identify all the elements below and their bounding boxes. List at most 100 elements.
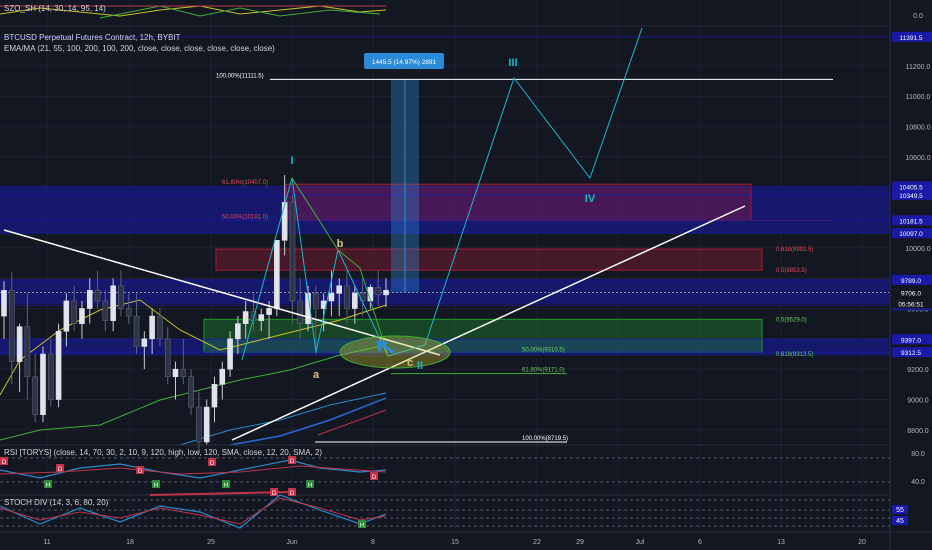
wave-label-I: I: [290, 155, 293, 167]
szo-indicator-title: SZO_SH (14, 30, 14, 95, 14): [4, 4, 106, 13]
green-zone: [203, 318, 763, 353]
fib-label: 61.80%(9171.0): [522, 368, 565, 374]
time-tick: 8: [371, 539, 375, 546]
candle-body: [40, 353, 46, 415]
candle-body: [313, 293, 319, 309]
candle-body: [188, 376, 194, 408]
candle-body: [274, 239, 280, 309]
time-tick: 29: [576, 539, 584, 546]
time-tick: 13: [777, 539, 785, 546]
countdown-label: 05:56:51: [898, 301, 924, 308]
candle-body: [133, 315, 140, 347]
candle-body: [24, 326, 31, 378]
candle-body: [203, 406, 210, 443]
stoch-divergence-label: D: [272, 491, 277, 497]
candle-body: [328, 293, 335, 302]
candle-body: [94, 290, 101, 302]
fib-label: 50.00%(10181.0): [222, 214, 268, 220]
candle-body: [344, 285, 350, 309]
stoch-tick-45: 45: [896, 518, 904, 525]
szo-tick: 0.0: [913, 13, 923, 20]
candle-body: [16, 326, 23, 362]
candle-body: [211, 384, 218, 408]
candle-body: [1, 290, 7, 317]
candle-body: [125, 308, 132, 317]
fib-label: 61.80%(10407.0): [222, 180, 268, 186]
fib-label: 100.00%(8719.5): [522, 436, 568, 442]
rsi-hidden-label: H: [154, 483, 158, 489]
time-tick: 22: [533, 539, 541, 546]
candle-body: [47, 353, 54, 400]
blue-zone-mid: [0, 279, 890, 304]
candle-body: [258, 314, 265, 321]
time-tick: 20: [858, 539, 866, 546]
candle-body: [352, 293, 358, 309]
candle-body: [383, 290, 389, 296]
wave-label-III: III: [508, 57, 517, 69]
stoch-indicator-title: STOCH DIV (14, 3, 6, 80, 20): [4, 498, 109, 507]
red-zone-lower: [215, 248, 763, 271]
rsi-divergence-label: D: [290, 459, 295, 465]
price-tick: 10800.0: [905, 125, 930, 132]
price-tick: 8800.0: [907, 428, 929, 435]
rsi-divergence-label: D: [210, 461, 215, 467]
candle-body: [289, 202, 296, 302]
price-label: 10349.5: [899, 193, 923, 200]
price-tick: 9200.0: [907, 367, 929, 374]
rsi-indicator-title: RSI [TORYS] (close, 14, 70, 30, 2, 10, 9…: [4, 448, 323, 457]
rsi-divergence-label: D: [58, 467, 63, 473]
candle-body: [8, 290, 15, 362]
time-tick: 15: [451, 539, 459, 546]
price-label: 9706.0: [901, 290, 921, 297]
price-chart: 1445.5 (14.97%) 2891 100.00%(11111.5) 61.8…: [0, 0, 932, 550]
candle-body: [266, 308, 272, 315]
candle-body: [336, 285, 343, 294]
price-label: 9789.0: [901, 278, 921, 285]
candle-body: [110, 285, 116, 321]
candle-body: [86, 290, 93, 309]
target-ellipse: [339, 335, 451, 369]
price-label: 9312.5: [901, 350, 921, 357]
rsi-tick-80: 80.0: [911, 451, 925, 458]
candle-body: [71, 300, 77, 324]
candle-body: [219, 368, 226, 385]
wave-label-IV: IV: [585, 193, 596, 205]
candle-body: [242, 311, 249, 324]
candle-body: [375, 286, 382, 296]
candle-body: [172, 368, 179, 378]
wave-label-b: b: [337, 238, 344, 250]
candle-body: [63, 300, 70, 332]
fib-label: 0.618(9992.5): [776, 247, 813, 253]
stoch-divergence-label: D: [290, 491, 295, 497]
rsi-divergence-label: D: [372, 475, 377, 481]
time-tick: 11: [43, 539, 50, 546]
measure-label: 1445.5 (14.97%) 2891: [372, 59, 437, 66]
candle-body: [196, 406, 202, 443]
fib-label: 0.5(9853.5): [776, 268, 807, 274]
candle-body: [235, 323, 241, 340]
fib-label: 100.00%(11111.5): [216, 73, 264, 79]
candle-body: [281, 202, 288, 241]
candle-body: [227, 338, 233, 370]
price-label: 10097.0: [899, 231, 923, 238]
rsi-hidden-label: H: [308, 483, 312, 489]
wave-label-a: a: [313, 369, 320, 381]
symbol-title: BTCUSD Perpetual Futures Contract, 12h, …: [4, 33, 181, 42]
chart-window: 1445.5 (14.97%) 2891 100.00%(11111.5) 61.8…: [0, 0, 932, 550]
time-tick: 25: [207, 539, 215, 546]
time-tick: 6: [698, 539, 702, 546]
rsi-tick-40: 40.0: [911, 479, 925, 486]
candle-body: [55, 330, 62, 400]
stoch-hidden-label: H: [360, 523, 364, 529]
price-tick: 11000.0: [906, 94, 931, 101]
wave-label-c: c: [407, 357, 413, 369]
candle-body: [359, 293, 366, 302]
time-tick: Jun: [286, 539, 297, 546]
candle-body: [118, 285, 124, 309]
candle-body: [149, 315, 155, 340]
rsi-divergence-label: D: [138, 469, 143, 475]
fib-label: 0.618(9313.5): [776, 352, 813, 358]
rsi-hidden-label: H: [46, 483, 50, 489]
price-tick: 10600.0: [905, 155, 930, 162]
price-tick: 11200.0: [906, 64, 931, 71]
